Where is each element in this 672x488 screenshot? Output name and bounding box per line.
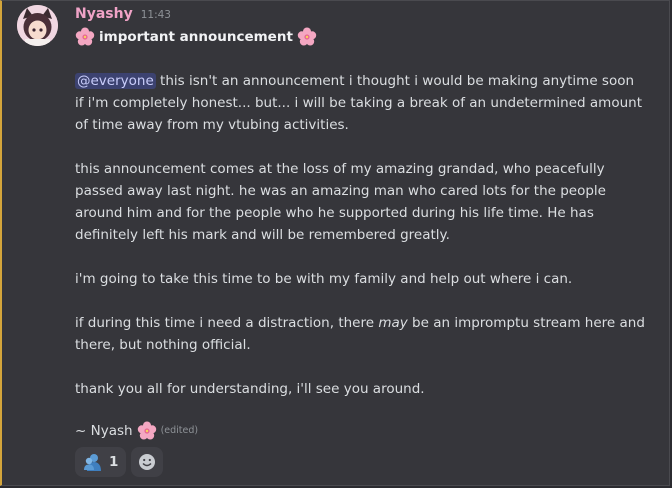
paragraph-4-emphasis: may bbox=[378, 315, 408, 331]
paragraph-2: this announcement comes at the loss of m… bbox=[75, 161, 606, 243]
add-reaction-button[interactable] bbox=[131, 447, 164, 477]
paragraph-1: @everyone this isn't an announcement i t… bbox=[75, 70, 645, 136]
paragraph-1-text: this isn't an announcement i thought i w… bbox=[75, 73, 642, 133]
signoff-text: ~ Nyash bbox=[75, 423, 133, 439]
subject-text: important announcement bbox=[99, 29, 293, 45]
username[interactable]: Nyashy bbox=[75, 6, 133, 22]
cherry-blossom-icon bbox=[297, 27, 317, 46]
paragraph-4-text-a: if during this time i need a distraction… bbox=[75, 315, 379, 331]
timestamp[interactable]: 11:43 bbox=[141, 9, 171, 21]
cherry-blossom-icon bbox=[137, 421, 156, 440]
reaction-count: 1 bbox=[109, 454, 119, 470]
paragraph-3: i'm going to take this time to be with m… bbox=[75, 271, 573, 287]
message-container: Nyashy 11:43 important announcement @eve… bbox=[0, 0, 670, 486]
signoff: ~ Nyash (edited) bbox=[75, 420, 645, 442]
smiley-icon bbox=[139, 454, 156, 470]
reaction-hug[interactable]: 1 bbox=[75, 447, 127, 477]
hug-emoji-icon bbox=[84, 454, 101, 471]
paragraph-5: thank you all for understanding, i'll se… bbox=[75, 381, 425, 397]
everyone-mention[interactable]: @everyone bbox=[75, 73, 156, 89]
edited-label: (edited) bbox=[160, 425, 199, 436]
cherry-blossom-icon bbox=[75, 27, 95, 46]
message-header: Nyashy 11:43 bbox=[75, 6, 171, 24]
avatar[interactable] bbox=[17, 5, 58, 46]
announcement-subject: important announcement bbox=[75, 27, 317, 47]
paragraph-4: if during this time i need a distraction… bbox=[75, 312, 645, 356]
message-body: @everyone this isn't an announcement i t… bbox=[75, 70, 645, 442]
reactions-bar: 1 bbox=[75, 447, 164, 477]
